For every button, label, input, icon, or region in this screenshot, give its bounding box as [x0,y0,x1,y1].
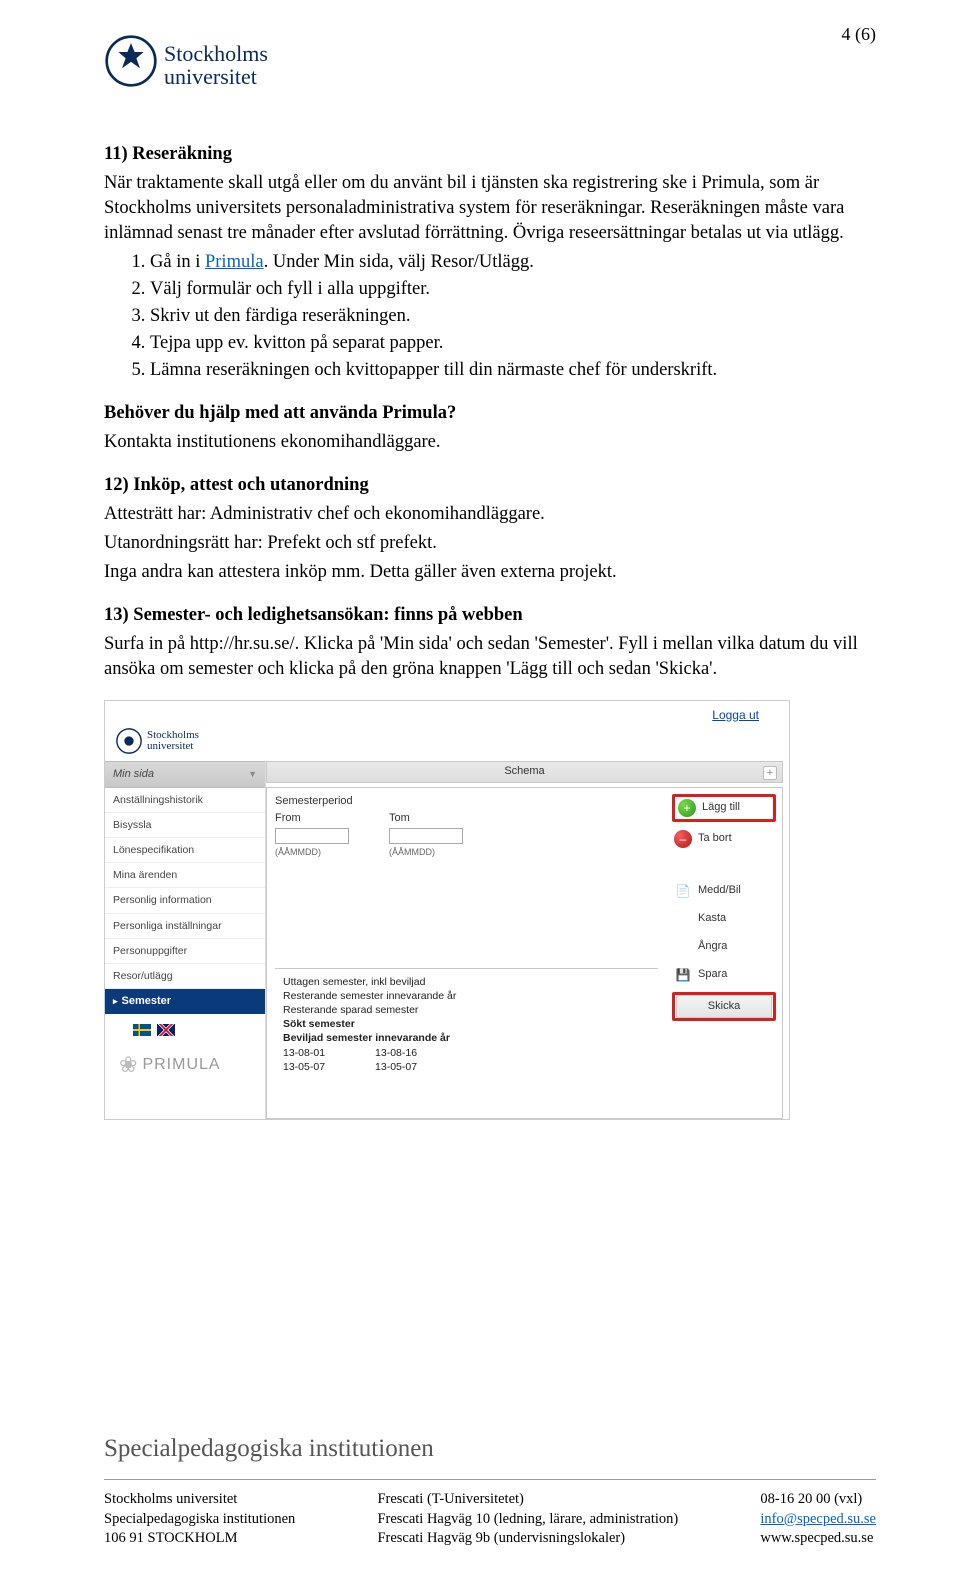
logo-line2: universitet [164,65,268,88]
note-icon: 📄 [674,882,692,900]
footer-col1: Stockholms universitet Specialpedagogisk… [104,1490,295,1549]
skicka-button[interactable]: Skicka [676,995,772,1018]
kasta-button[interactable]: 🗑Kasta [672,908,776,930]
schema-bar[interactable]: Schema + [266,761,783,783]
tom-label: Tom [389,811,463,826]
flower-icon: ❀ [119,1050,138,1080]
s12-p3: Inga andra kan attestera inköp mm. Detta… [104,560,876,585]
remove-button[interactable]: –Ta bort [672,828,776,850]
flag-uk-icon[interactable] [157,1024,175,1036]
sidebar-item-personuppg[interactable]: Personuppgifter [105,939,265,964]
trash-icon: 🗑 [674,910,692,928]
footer-title: Specialpedagogiska institutionen [104,1435,876,1480]
spara-button[interactable]: 💾Spara [672,964,776,986]
footer-col2: Frescati (T-Universitetet) Frescati Hagv… [377,1490,678,1549]
s12-p2: Utanordningsrätt har: Prefekt och stf pr… [104,531,876,556]
footer-email-link[interactable]: info@specped.su.se [760,1511,876,1527]
sidebar-item-semester[interactable]: Semester [105,989,265,1014]
primula-link[interactable]: Primula [205,252,264,272]
s12-p1: Attesträtt har: Administrativ chef och e… [104,502,876,527]
highlight-lagg-till: +Lägg till [672,794,776,822]
angra-button[interactable]: ↶Ångra [672,936,776,958]
sidebar-item-resor[interactable]: Resor/utlägg [105,964,265,989]
sidebar: Min sida ▼ Anställningshistorik Bisyssla… [105,761,265,1119]
chevron-down-icon: ▼ [248,768,257,780]
document-body: 11) Reseräkning När traktamente skall ut… [104,142,876,1119]
s13-p1: Surfa in på http://hr.su.se/. Klicka på … [104,632,876,682]
flag-se-icon[interactable] [133,1024,151,1036]
s11-p1: När traktamente skall utgå eller om du a… [104,171,876,246]
medd-button[interactable]: 📄Medd/Bil [672,880,776,902]
tom-hint: (ÅÅMMDD) [389,846,463,858]
sidebar-item-lonespec[interactable]: Lönespecifikation [105,838,265,863]
logo-line1: Stockholms [164,42,268,65]
sidebar-item-bisyssla[interactable]: Bisyssla [105,813,265,838]
s11-li2: Välj formulär och fyll i alla uppgifter. [150,277,876,302]
summary-panel: Uttagen semester, inkl beviljad Resteran… [275,968,658,1080]
primula-screenshot: Logga ut Stockholms universitet Min sida… [104,700,790,1120]
help-p1: Kontakta institutionens ekonomihandlägga… [104,430,876,455]
page-footer: Specialpedagogiska institutionen Stockho… [104,1435,876,1549]
from-label: From [275,811,349,826]
sidebar-item-personinst[interactable]: Personliga inställningar [105,914,265,939]
mini-crest-icon [115,727,143,755]
period-label: Semesterperiod [275,794,658,809]
h12: 12) Inköp, attest och utanordning [104,475,369,495]
add-button[interactable]: +Lägg till [676,797,772,819]
h13: 13) Semester- och ledighetsansökan: finn… [104,605,523,625]
s11-li5: Lämna reseräkningen och kvittopapper til… [150,358,876,383]
from-input[interactable] [275,828,349,844]
logout-link[interactable]: Logga ut [712,707,759,723]
crest-icon [104,34,158,88]
minus-icon: – [674,830,692,848]
undo-icon: ↶ [674,938,692,956]
university-logo: Stockholms universitet [104,34,876,88]
tom-input[interactable] [389,828,463,844]
footer-col3: 08-16 20 00 (vxl) info@specped.su.se www… [760,1490,876,1549]
expand-icon[interactable]: + [763,766,777,780]
plus-icon: + [678,799,696,817]
help-heading: Behöver du hjälp med att använda Primula… [104,403,456,423]
sidebar-item-arenden[interactable]: Mina ärenden [105,863,265,888]
s11-li1: Gå in i Primula. Under Min sida, välj Re… [150,250,876,275]
primula-brand: ❀ PRIMULA [105,1040,265,1084]
save-icon: 💾 [674,966,692,984]
sidebar-item-anstallning[interactable]: Anställningshistorik [105,788,265,813]
page-number: 4 (6) [842,24,877,45]
sidebar-item-personinfo[interactable]: Personlig information [105,888,265,913]
h11: 11) Reseräkning [104,144,232,164]
from-hint: (ÅÅMMDD) [275,846,349,858]
highlight-skicka: Skicka [672,992,776,1021]
s11-li4: Tejpa upp ev. kvitton på separat papper. [150,331,876,356]
s11-li3: Skriv ut den färdiga reseräkningen. [150,304,876,329]
sidebar-header[interactable]: Min sida ▼ [105,761,265,788]
